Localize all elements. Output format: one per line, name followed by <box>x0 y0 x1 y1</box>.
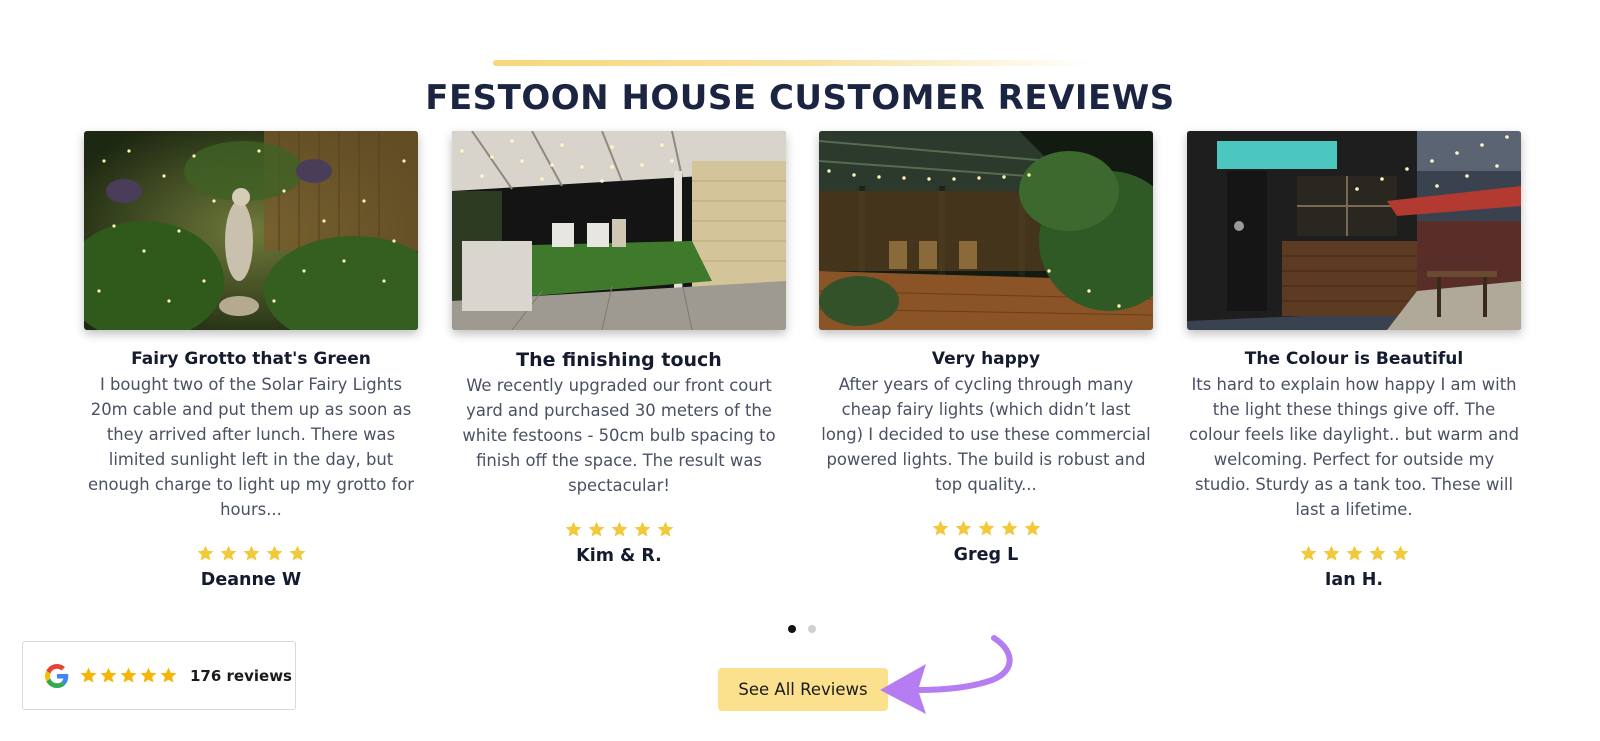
star-icon <box>611 521 627 537</box>
reviewer-name: Greg L <box>953 545 1019 565</box>
star-icon <box>220 545 236 561</box>
star-icon <box>932 520 948 536</box>
star-icon <box>978 520 994 536</box>
carousel-pagination <box>788 625 816 633</box>
garden-grotto-photo <box>84 131 418 330</box>
star-icon <box>160 667 177 683</box>
star-icon <box>1369 545 1385 561</box>
see-all-reviews-button[interactable]: See All Reviews <box>718 668 888 711</box>
star-icon <box>243 545 259 561</box>
star-icon <box>1392 545 1408 561</box>
review-title: Fairy Grotto that's Green <box>131 349 371 369</box>
star-icon <box>197 545 213 561</box>
star-rating <box>452 520 786 544</box>
star-rating <box>84 544 418 568</box>
studio-bar-photo <box>1187 131 1521 330</box>
star-icon <box>140 667 157 683</box>
star-icon <box>588 521 604 537</box>
arrow-annotation-icon <box>880 635 1013 714</box>
reviewer-name: Deanne W <box>200 570 302 590</box>
star-icon <box>100 667 117 683</box>
review-text: I bought two of the Solar Fairy Lights 2… <box>87 375 414 519</box>
review-title: The Colour is Beautiful <box>1244 349 1464 369</box>
star-icon <box>1346 545 1362 561</box>
reviewer-name: Ian H. <box>1324 570 1384 590</box>
review-text: Its hard to explain how happy I am with … <box>1189 375 1519 519</box>
courtyard-pergola-photo <box>452 131 786 330</box>
carousel-dot-2[interactable] <box>808 625 816 633</box>
review-card: Fairy Grotto that's Green I bought two o… <box>84 131 418 590</box>
review-title: The finishing touch <box>516 349 722 371</box>
star-icon <box>266 545 282 561</box>
star-icon <box>565 521 581 537</box>
review-text: After years of cycling through many chea… <box>821 375 1151 494</box>
section-title: FESTOON HOUSE CUSTOMER REVIEWS <box>425 78 1175 118</box>
review-card: The finishing touch We recently upgraded… <box>452 131 786 566</box>
review-text: We recently upgraded our front court yar… <box>462 376 776 495</box>
star-rating <box>1187 544 1521 568</box>
star-icon <box>1024 520 1040 536</box>
review-title: Very happy <box>931 349 1041 369</box>
star-icon <box>1323 545 1339 561</box>
review-count: 176 reviews <box>190 666 292 685</box>
star-icon <box>657 521 673 537</box>
star-icon <box>955 520 971 536</box>
star-icon <box>120 667 137 683</box>
star-icon <box>634 521 650 537</box>
badge-star-rating <box>79 666 178 685</box>
review-card: The Colour is Beautiful Its hard to expl… <box>1187 131 1521 590</box>
google-reviews-badge[interactable]: 176 reviews <box>22 641 296 710</box>
star-rating <box>819 519 1153 543</box>
title-accent-line <box>493 60 1093 66</box>
google-g-icon <box>45 663 69 688</box>
star-icon <box>80 667 97 683</box>
reviewer-name: Kim & R. <box>576 546 662 566</box>
gazebo-deck-photo <box>819 131 1153 330</box>
star-icon <box>1001 520 1017 536</box>
review-card: Very happy After years of cycling throug… <box>819 131 1153 565</box>
carousel-dot-1[interactable] <box>788 625 796 633</box>
star-icon <box>1300 545 1316 561</box>
star-icon <box>289 545 305 561</box>
